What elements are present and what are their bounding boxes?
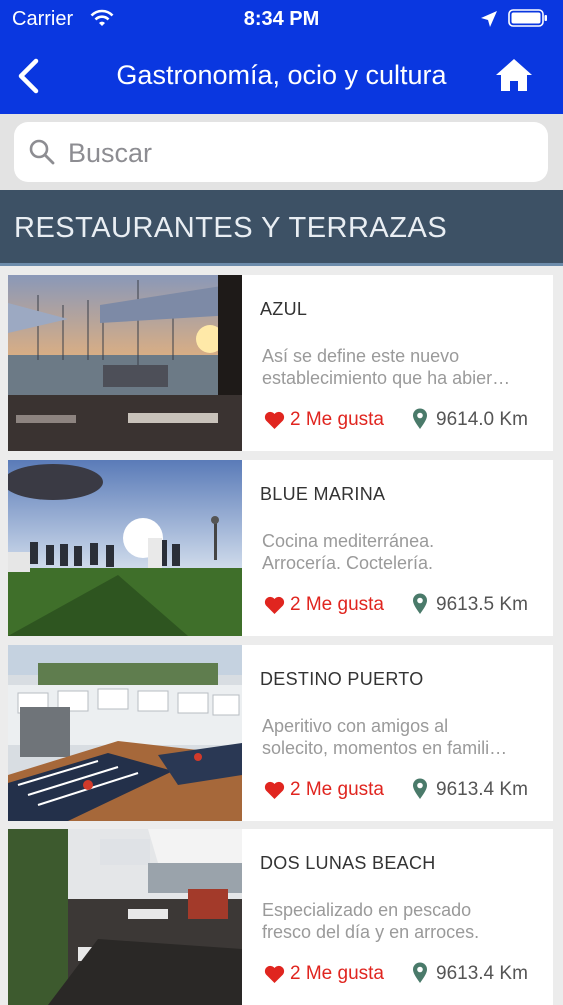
like-count: 2 Me gusta (290, 963, 384, 984)
heart-icon (264, 965, 285, 983)
restaurant-description: Aperitivo con amigos al solecito, moment… (262, 716, 508, 758)
home-icon[interactable] (494, 56, 534, 94)
restaurant-photo (8, 460, 242, 636)
page-title: Gastronomía, ocio y cultura (116, 60, 447, 90)
search-icon (29, 139, 55, 165)
restaurant-photo (8, 829, 242, 1005)
section-header: RESTAURANTES Y TERRAZAS (0, 190, 563, 266)
section-title: RESTAURANTES Y TERRAZAS (14, 212, 448, 244)
distance-value: 9613.5 Km (436, 594, 528, 615)
clock: 8:34 PM (243, 8, 320, 30)
status-bar: Carrier 8:34 PM (0, 0, 563, 40)
search-input[interactable] (66, 132, 530, 174)
like-count: 2 Me gusta (290, 779, 384, 800)
restaurant-name: AZUL (260, 299, 308, 319)
list-item[interactable]: AZUL Así se define este nuevo establecim… (8, 275, 553, 451)
location-arrow-icon (481, 11, 497, 27)
like-count: 2 Me gusta (290, 594, 384, 615)
heart-icon (264, 596, 285, 614)
list-item[interactable]: DOS LUNAS BEACH Especializado en pescado… (8, 829, 553, 1005)
distance-value: 9614.0 Km (436, 409, 528, 430)
restaurant-photo (8, 645, 242, 821)
restaurant-photo (8, 275, 242, 451)
search-field[interactable] (14, 122, 548, 182)
like-count: 2 Me gusta (290, 409, 384, 430)
heart-icon (264, 781, 285, 799)
map-pin-icon (413, 778, 427, 799)
map-pin-icon (413, 593, 427, 614)
map-pin-icon (413, 408, 427, 429)
distance-value: 9613.4 Km (436, 779, 528, 800)
restaurant-description: Especializado en pescado fresco del día … (262, 900, 480, 942)
map-pin-icon (413, 962, 427, 983)
restaurant-name: DESTINO PUERTO (260, 669, 424, 689)
list-item[interactable]: DESTINO PUERTO Aperitivo con amigos al s… (8, 645, 553, 821)
search-bar (0, 114, 563, 190)
restaurant-description: Así se define este nuevo establecimiento… (262, 346, 511, 388)
restaurant-description: Cocina mediterránea. Arrocería. Cocteler… (262, 531, 435, 573)
restaurant-name: DOS LUNAS BEACH (260, 853, 436, 873)
nav-bar: Gastronomía, ocio y cultura (0, 40, 563, 114)
distance-value: 9613.4 Km (436, 963, 528, 984)
list-item[interactable]: BLUE MARINA Cocina mediterránea. Arrocer… (8, 460, 553, 636)
battery-icon (508, 9, 547, 27)
heart-icon (264, 411, 285, 429)
section-divider (0, 263, 563, 266)
restaurant-name: BLUE MARINA (260, 484, 386, 504)
